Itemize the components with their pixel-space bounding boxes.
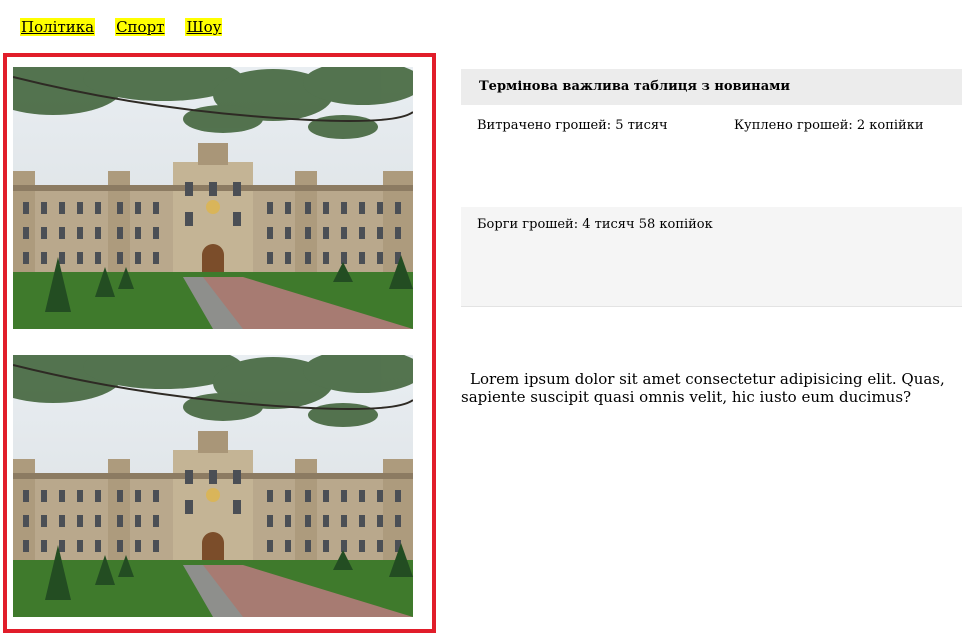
money-bought-cell: Куплено грошей: 2 копійки xyxy=(734,118,924,133)
lorem-paragraph: Lorem ipsum dolor sit amet consectetur a… xyxy=(461,370,945,406)
news-table-row: Борги грошей: 4 тисяч 58 копійок xyxy=(461,207,962,307)
money-debts-cell: Борги грошей: 4 тисяч 58 копійок xyxy=(477,217,713,232)
news-table-header: Термінова важлива таблиця з новинами xyxy=(461,69,962,105)
image-gallery-frame xyxy=(3,53,436,633)
news-table: Термінова важлива таблиця з новинами Вит… xyxy=(461,69,962,307)
university-building-photo xyxy=(13,355,413,617)
top-nav: Політика Спорт Шоу xyxy=(20,18,223,36)
nav-link-politics[interactable]: Політика xyxy=(20,18,96,36)
nav-link-sport[interactable]: Спорт xyxy=(115,18,166,36)
news-table-row: Витрачено грошей: 5 тисяч Куплено грошей… xyxy=(461,105,962,207)
nav-link-show[interactable]: Шоу xyxy=(185,18,223,36)
money-spent-cell: Витрачено грошей: 5 тисяч xyxy=(477,118,668,133)
university-building-photo xyxy=(13,67,413,329)
